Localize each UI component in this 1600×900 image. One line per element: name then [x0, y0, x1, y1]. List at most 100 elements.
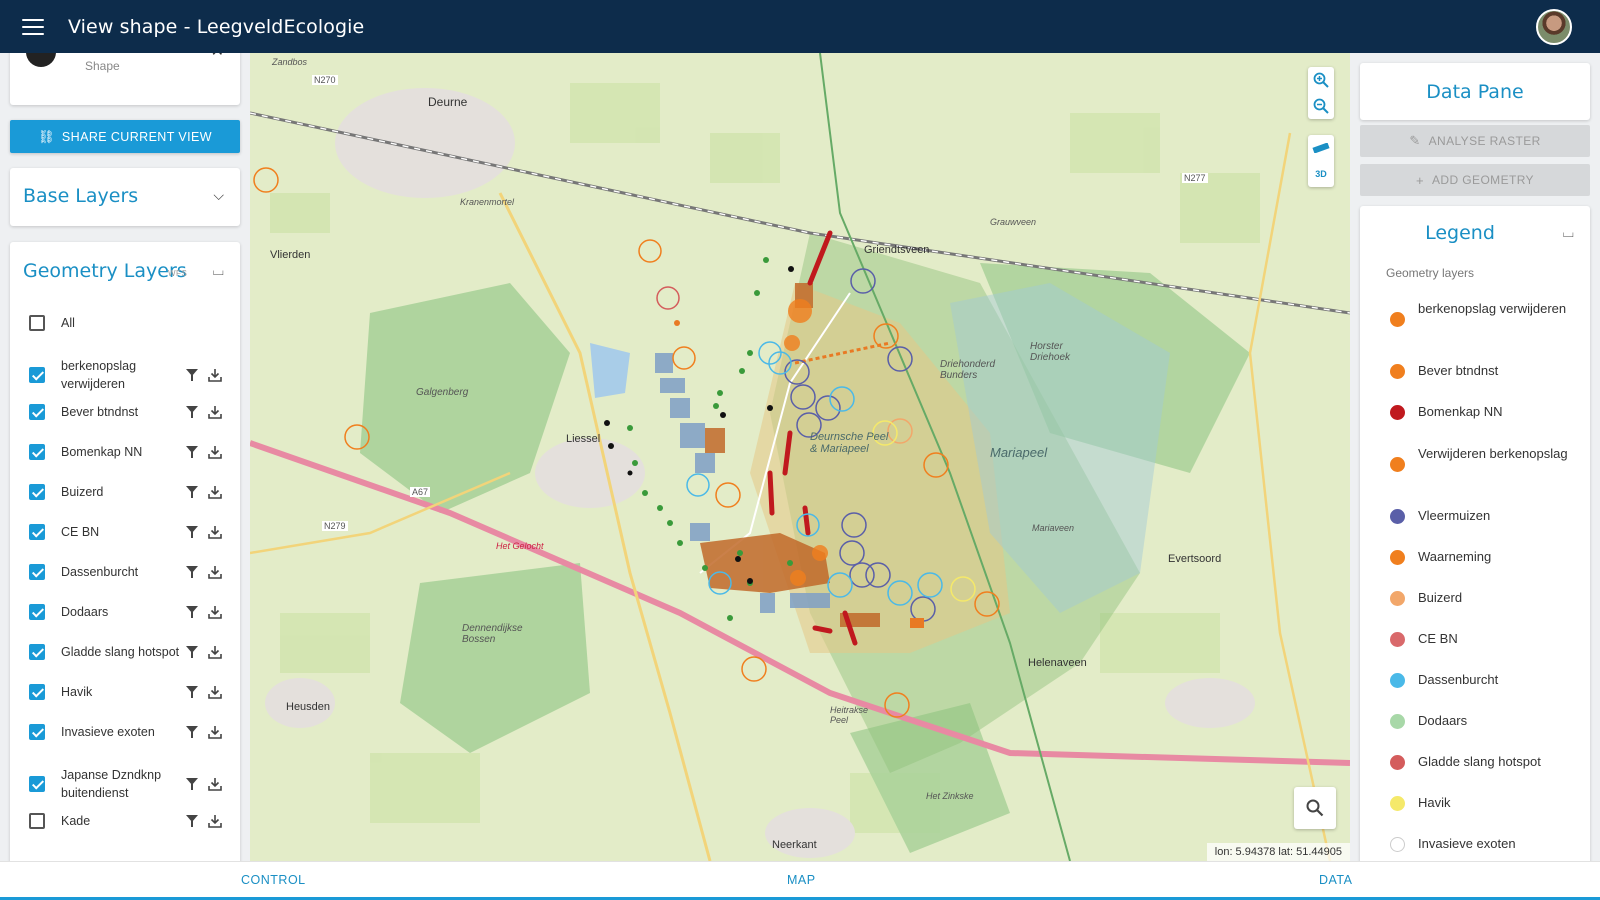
- layer-checkbox[interactable]: [29, 404, 45, 420]
- shape-subtitle: Shape: [85, 59, 120, 73]
- filter-icon[interactable]: [186, 815, 198, 827]
- layer-row[interactable]: Buizerd: [10, 482, 240, 502]
- analyse-raster-button[interactable]: ✎ ANALYSE RASTER: [1360, 125, 1590, 157]
- layer-row[interactable]: Japanse Dzndknp buitendienst: [10, 766, 240, 802]
- download-icon[interactable]: [208, 605, 222, 619]
- map-view[interactable]: Deurne Vlierden Liessel Griendtsveen Hel…: [250, 53, 1350, 861]
- download-icon[interactable]: [208, 368, 222, 382]
- share-current-view-button[interactable]: ⛓ SHARE CURRENT VIEW: [10, 120, 240, 153]
- layer-row[interactable]: Bomenkap NN: [10, 442, 240, 462]
- layer-label: berkenopslag verwijderen: [61, 359, 137, 391]
- geometry-layers-card: Geometry Layers WFS ⌴ All berkenopslag ve…: [10, 242, 240, 861]
- layer-label: Dassenburcht: [61, 565, 139, 579]
- map-label-mariapeel: Mariapeel: [990, 445, 1048, 460]
- chevron-up-icon[interactable]: ⌴: [1563, 224, 1574, 241]
- layer-row[interactable]: Dassenburcht: [10, 562, 240, 582]
- map-label-peel: Deurnsche Peel & Mariapeel: [810, 431, 889, 455]
- map-label-evertsoord: Evertsoord: [1168, 553, 1222, 565]
- layer-row[interactable]: Kade: [10, 811, 240, 831]
- add-geometry-button[interactable]: + ADD GEOMETRY: [1360, 164, 1590, 196]
- data-panel: Data Pane ✎ ANALYSE RASTER + ADD GEOMETR…: [1350, 53, 1600, 861]
- map-search-button[interactable]: [1294, 787, 1336, 829]
- measure-button[interactable]: [1308, 135, 1334, 161]
- download-icon[interactable]: [208, 445, 222, 459]
- layer-checkbox[interactable]: [29, 524, 45, 540]
- download-icon[interactable]: [208, 685, 222, 699]
- zoom-out-icon: [1313, 98, 1329, 114]
- control-panel: Shape ✕ ⛓ SHARE CURRENT VIEW Base Layers…: [0, 53, 244, 861]
- legend-label: berkenopslag verwijderen: [1418, 301, 1567, 316]
- map-label-a67: A67: [410, 487, 431, 497]
- favorite-icon[interactable]: ✕: [211, 53, 224, 61]
- filter-icon[interactable]: [186, 726, 198, 738]
- legend-swatch: [1390, 509, 1405, 524]
- layer-label: Kade: [61, 814, 91, 828]
- legend-label: Bomenkap NN: [1418, 404, 1503, 419]
- download-icon[interactable]: [208, 565, 222, 579]
- filter-icon[interactable]: [186, 406, 198, 418]
- map-label-n277: N277: [1182, 173, 1208, 183]
- layer-checkbox[interactable]: [29, 776, 45, 792]
- layer-checkbox[interactable]: [29, 484, 45, 500]
- search-icon: [1306, 799, 1324, 817]
- layer-checkbox[interactable]: [29, 315, 45, 331]
- filter-icon[interactable]: [186, 686, 198, 698]
- layer-row[interactable]: berkenopslag verwijderen: [10, 357, 240, 393]
- layer-row[interactable]: CE BN: [10, 522, 240, 542]
- analyse-raster-label: ANALYSE RASTER: [1428, 134, 1541, 148]
- legend-label: Verwijderen berkenopslag: [1418, 446, 1568, 461]
- layer-checkbox[interactable]: [29, 724, 45, 740]
- ruler-icon: [1312, 143, 1330, 153]
- zoom-out-button[interactable]: [1308, 93, 1334, 119]
- filter-icon[interactable]: [186, 606, 198, 618]
- download-icon[interactable]: [208, 645, 222, 659]
- filter-icon[interactable]: [186, 566, 198, 578]
- filter-icon[interactable]: [186, 526, 198, 538]
- layer-checkbox[interactable]: [29, 367, 45, 383]
- layer-row[interactable]: Dodaars: [10, 602, 240, 622]
- layer-checkbox[interactable]: [29, 684, 45, 700]
- filter-icon[interactable]: [186, 446, 198, 458]
- download-icon[interactable]: [208, 725, 222, 739]
- layer-checkbox[interactable]: [29, 644, 45, 660]
- legend-swatch: [1390, 312, 1405, 327]
- menu-icon[interactable]: [22, 18, 44, 35]
- filter-icon[interactable]: [186, 646, 198, 658]
- download-icon[interactable]: [208, 405, 222, 419]
- legend-swatch: [1390, 632, 1405, 647]
- filter-icon[interactable]: [186, 369, 198, 381]
- map-label-mariaveen: Mariaveen: [1032, 523, 1075, 533]
- base-layers-card[interactable]: Base Layers ⌵: [10, 168, 240, 226]
- data-pane-title: Data Pane: [1426, 80, 1524, 103]
- download-icon[interactable]: [208, 525, 222, 539]
- tab-control[interactable]: CONTROL: [241, 873, 306, 887]
- shape-icon: [26, 53, 56, 67]
- layer-checkbox[interactable]: [29, 813, 45, 829]
- download-icon[interactable]: [208, 485, 222, 499]
- map-label-griendtsveen: Griendtsveen: [864, 244, 930, 256]
- download-icon[interactable]: [208, 814, 222, 828]
- layer-checkbox[interactable]: [29, 604, 45, 620]
- layer-row[interactable]: All: [10, 313, 240, 333]
- view-3d-button[interactable]: 3D: [1308, 161, 1334, 187]
- zoom-in-button[interactable]: [1308, 67, 1334, 93]
- plus-icon: +: [1416, 172, 1425, 188]
- layer-label: CE BN: [61, 525, 100, 539]
- legend-label: Waarneming: [1418, 549, 1492, 564]
- chevron-down-icon[interactable]: ⌵: [213, 187, 224, 204]
- download-icon[interactable]: [208, 777, 222, 791]
- layer-row[interactable]: Gladde slang hotspot: [10, 642, 240, 662]
- legend-label: Dassenburcht: [1418, 672, 1499, 687]
- layer-row[interactable]: Invasieve exoten: [10, 722, 240, 742]
- shape-info-card: Shape ✕: [10, 53, 240, 105]
- tab-data[interactable]: DATA: [1319, 873, 1352, 887]
- layer-row[interactable]: Bever btndnst: [10, 402, 240, 422]
- layer-checkbox[interactable]: [29, 564, 45, 580]
- user-avatar[interactable]: [1536, 9, 1572, 45]
- chevron-up-icon[interactable]: ⌴: [213, 262, 224, 279]
- layer-row[interactable]: Havik: [10, 682, 240, 702]
- filter-icon[interactable]: [186, 486, 198, 498]
- tab-map[interactable]: MAP: [787, 873, 816, 887]
- layer-checkbox[interactable]: [29, 444, 45, 460]
- filter-icon[interactable]: [186, 778, 198, 790]
